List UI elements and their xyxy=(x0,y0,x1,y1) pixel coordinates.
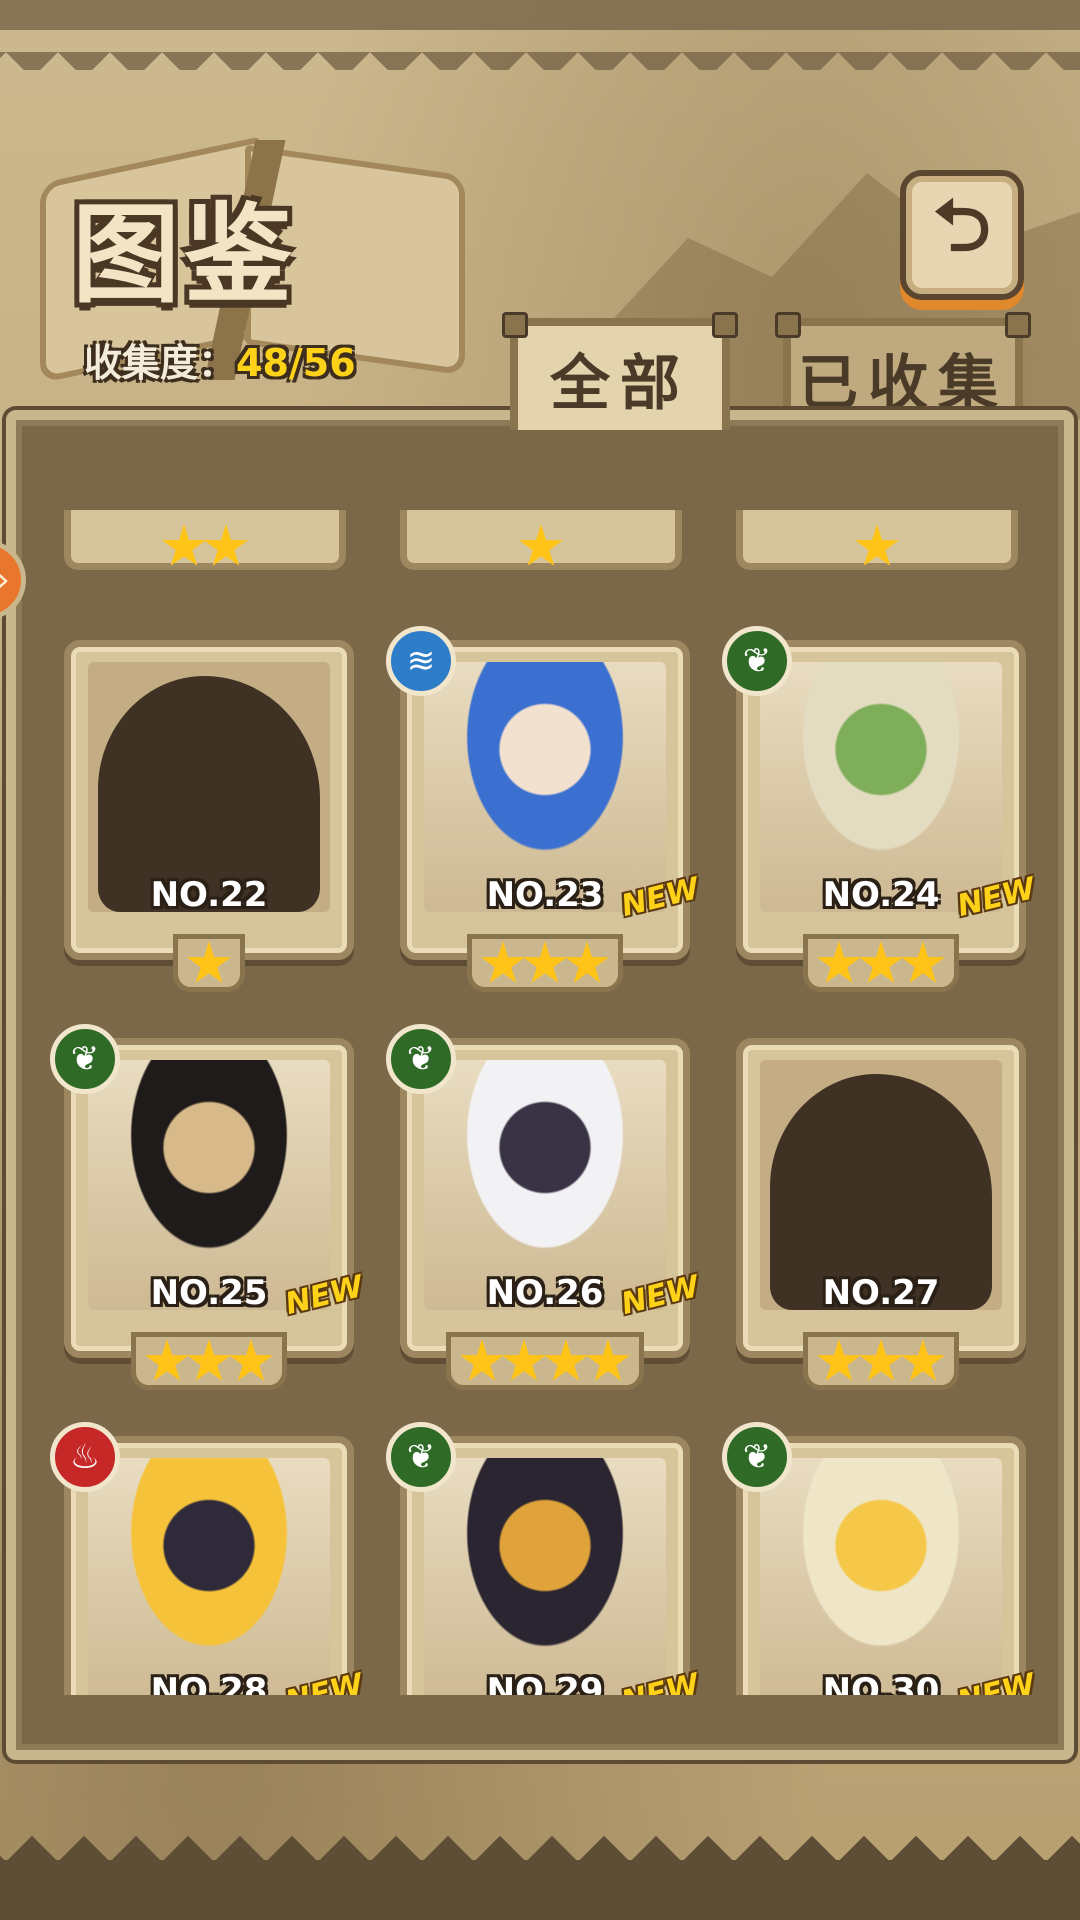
star-icon xyxy=(564,941,610,983)
star-icon xyxy=(585,1339,631,1381)
collection-progress: 收集度：48/56 xyxy=(84,332,356,387)
star-icon xyxy=(816,1339,862,1381)
character-portrait xyxy=(88,1458,330,1695)
tab-post xyxy=(712,312,738,338)
collection-value: 48/56 xyxy=(236,341,356,385)
return-arrow-icon: ⮌ xyxy=(933,183,991,267)
character-card[interactable]: NO.30 NEW ❦ xyxy=(722,1422,1039,1695)
star-icon xyxy=(816,941,862,983)
card-number: NO.27 xyxy=(822,1273,940,1313)
star-icon xyxy=(518,524,564,566)
tab-all-label: 全部 xyxy=(550,348,690,419)
star-icon xyxy=(459,1339,505,1381)
tab-post xyxy=(502,312,528,338)
card-number: NO.22 xyxy=(150,875,268,915)
character-card[interactable]: NO.27 xyxy=(736,1038,1026,1390)
star-icon xyxy=(161,524,207,566)
star-rating xyxy=(400,934,690,992)
star-icon xyxy=(228,1339,274,1381)
star-icon xyxy=(543,1339,589,1381)
card-grid[interactable]: NO.22 NO.23 NEW ≋ NO.24 NEW ❦ NO.25 NEW ❦ NO.26 NEW… xyxy=(30,580,1050,1695)
character-card[interactable]: NO.26 NEW ❦ xyxy=(386,1024,703,1390)
leaf-element-icon: ❦ xyxy=(386,1024,456,1094)
character-portrait xyxy=(760,1458,1002,1695)
character-card[interactable]: NO.25 NEW ❦ xyxy=(50,1024,367,1390)
water-element-icon: ≋ xyxy=(386,626,456,696)
collection-label: 收集度： xyxy=(84,341,237,385)
tab-collected-label: 已收集 xyxy=(798,348,1008,419)
star-icon xyxy=(854,524,900,566)
star-rating xyxy=(400,522,682,574)
star-icon xyxy=(144,1339,190,1381)
tab-post xyxy=(1005,312,1031,338)
star-icon xyxy=(203,524,249,566)
star-icon xyxy=(858,1339,904,1381)
star-rating xyxy=(736,522,1018,574)
star-rating xyxy=(64,934,354,992)
leaf-element-icon: ❦ xyxy=(386,1422,456,1492)
tab-post xyxy=(775,312,801,338)
fire-element-icon: ♨ xyxy=(50,1422,120,1492)
character-card[interactable]: NO.22 xyxy=(64,640,354,992)
star-rating xyxy=(64,1332,354,1390)
star-rating xyxy=(400,1332,690,1390)
top-border xyxy=(0,0,1080,70)
star-icon xyxy=(900,941,946,983)
leaf-element-icon: ❦ xyxy=(50,1024,120,1094)
character-card[interactable]: NO.24 NEW ❦ xyxy=(722,626,1039,992)
page-title: 图鉴 xyxy=(72,192,297,318)
bottom-border xyxy=(0,1810,1080,1920)
leaf-element-icon: ❦ xyxy=(722,626,792,696)
star-icon xyxy=(501,1339,547,1381)
star-rating xyxy=(736,934,1026,992)
character-portrait xyxy=(424,1458,666,1695)
character-card[interactable]: NO.28 NEW ♨ xyxy=(50,1422,367,1695)
star-icon xyxy=(186,1339,232,1381)
star-rating xyxy=(64,522,346,574)
star-icon xyxy=(186,941,232,983)
back-button[interactable]: ⮌ xyxy=(900,170,1024,300)
star-icon xyxy=(480,941,526,983)
star-icon xyxy=(522,941,568,983)
character-card[interactable]: NO.23 NEW ≋ xyxy=(386,626,703,992)
character-card[interactable]: NO.29 NEW ❦ xyxy=(386,1422,703,1695)
leaf-element-icon: ❦ xyxy=(722,1422,792,1492)
star-rating xyxy=(736,1332,1026,1390)
star-icon xyxy=(900,1339,946,1381)
tab-all[interactable]: 全部 xyxy=(502,312,738,430)
star-icon xyxy=(858,941,904,983)
chevron-right-icon: › xyxy=(0,560,10,600)
